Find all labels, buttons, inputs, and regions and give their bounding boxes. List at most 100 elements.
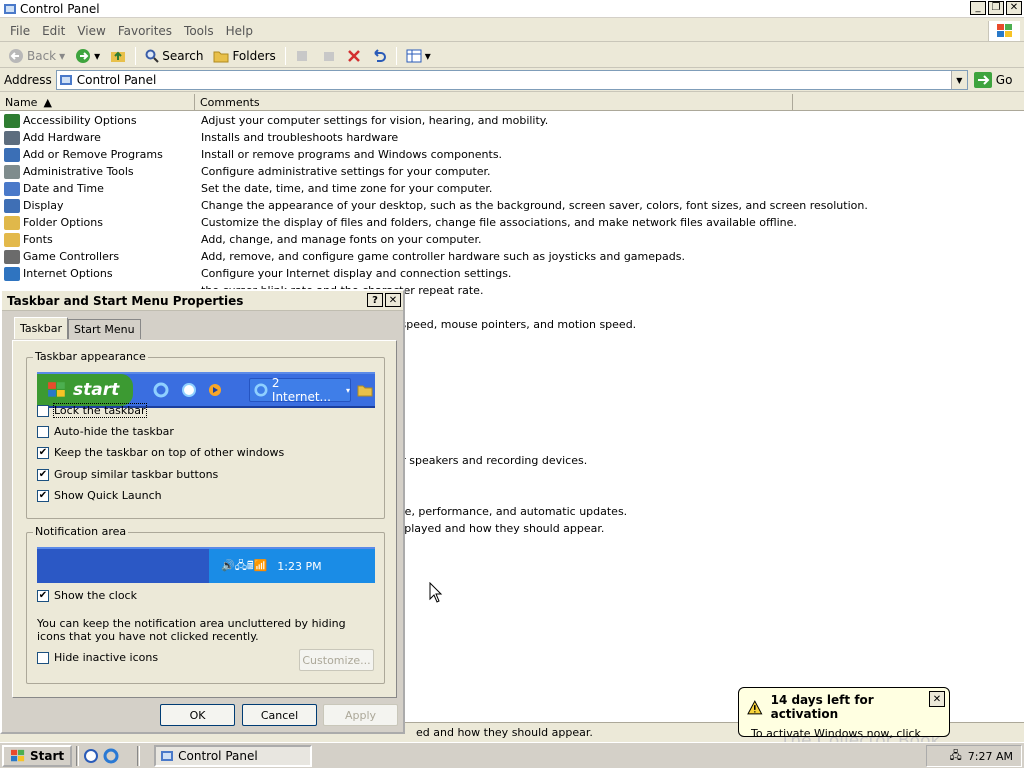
apply-button[interactable]: Apply [323,704,398,726]
comments-column-header[interactable]: Comments [195,94,793,111]
tab-start-menu[interactable]: Start Menu [68,319,141,339]
menu-view[interactable]: View [71,24,111,38]
folders-icon [213,51,229,62]
menu-file[interactable]: File [4,24,36,38]
balloon-close-button[interactable]: ✕ [929,691,945,707]
notification-area-group: Notification area 🔊🖧🖩📶 1:23 PM ✔ Show th… [26,525,385,684]
minimize-button[interactable]: _ [970,1,986,15]
go-label: Go [995,73,1013,87]
delete-button[interactable] [343,45,365,67]
move-to-button[interactable] [291,45,315,67]
copy-to-icon [323,51,334,61]
list-item[interactable]: Add Hardware Installs and troubleshoots h… [0,129,1024,146]
add-remove-programs-icon [4,147,20,162]
toolbar-separator [395,46,397,65]
dialog-title-bar[interactable]: Taskbar and Start Menu Properties ? ✕ [2,291,403,311]
list-item-name-cell: Fonts [0,232,195,247]
name-column-header[interactable]: Name ▲ [0,94,195,111]
up-button[interactable] [106,45,130,67]
dialog-title: Taskbar and Start Menu Properties [7,293,244,308]
show-clock-checkbox[interactable]: ✔ Show the clock [37,589,137,602]
list-item[interactable]: Game Controllers Add, remove, and configu… [0,248,1024,265]
keep-on-top-box[interactable]: ✔ [37,446,49,459]
dialog-close-button[interactable]: ✕ [385,293,401,307]
menu-edit[interactable]: Edit [36,24,71,38]
hide-inactive-box[interactable] [37,651,49,664]
list-item-name: Add Hardware [23,131,101,144]
folders-button[interactable]: Folders [209,45,279,67]
tray-clock[interactable]: 7:27 AM [968,750,1013,763]
back-label: Back [27,48,57,63]
lock-taskbar-checkbox[interactable]: Lock the taskbar [37,403,147,418]
maximize-button[interactable]: ❐ [988,1,1004,15]
list-item-name: Administrative Tools [23,165,134,178]
group-buttons-box[interactable]: ✔ [37,468,49,481]
keep-on-top-checkbox[interactable]: ✔ Keep the taskbar on top of other windo… [37,446,284,459]
list-item-comment: Set the date, time, and time zone for yo… [201,182,493,195]
forward-button[interactable]: ▾ [71,45,104,67]
start-button[interactable]: Start [2,744,73,767]
list-item[interactable]: Administrative Tools Configure administra… [0,163,1024,180]
name-column-label: Name [5,96,38,109]
auto-hide-checkbox[interactable]: Auto-hide the taskbar [37,425,174,438]
forward-arrow-icon [76,48,91,63]
list-item-name-cell: Date and Time [0,181,195,196]
dialog-help-button[interactable]: ? [367,293,383,307]
preview-task-dropdown-icon: ▾ [345,385,350,395]
list-item[interactable]: Add or Remove Programs Install or remove … [0,146,1024,163]
title-bar[interactable]: Control Panel _ ❐ ✕ [0,0,1024,18]
back-dropdown-icon[interactable]: ▾ [59,49,65,63]
views-button[interactable]: ▾ [402,45,435,67]
show-clock-box[interactable]: ✔ [37,589,49,602]
address-dropdown-button[interactable]: ▼ [950,71,967,89]
views-icon [406,49,422,62]
list-item[interactable]: Fonts Add, change, and manage fonts on yo… [0,231,1024,248]
window-title: Control Panel [20,1,100,16]
ok-button[interactable]: OK [160,704,235,726]
views-dropdown-icon[interactable]: ▾ [425,49,431,63]
forward-dropdown-icon[interactable]: ▾ [94,49,100,63]
notification-preview: 🔊🖧🖩📶 1:23 PM [37,547,375,583]
list-item[interactable]: Date and Time Set the date, time, and tim… [0,180,1024,197]
activation-balloon[interactable]: 14 days left for activation ✕ To activat… [738,687,950,753]
customize-button[interactable]: Customize... [299,649,374,671]
tab-taskbar[interactable]: Taskbar [14,317,68,339]
taskbar-properties-dialog: Taskbar and Start Menu Properties ? ✕ Ta… [0,289,405,734]
close-button[interactable]: ✕ [1006,1,1022,15]
folder-icon [357,385,373,397]
taskbar-separator [137,745,141,766]
list-item[interactable]: Accessibility Options Adjust your compute… [0,112,1024,129]
folders-label: Folders [232,48,276,63]
copy-to-button[interactable] [317,45,341,67]
preview-clock: 1:23 PM [277,559,322,573]
address-label: Address [4,73,52,87]
folder-options-icon [4,215,20,230]
group-buttons-checkbox[interactable]: ✔ Group similar taskbar buttons [37,468,218,481]
list-item[interactable]: Display Change the appearance of your des… [0,197,1024,214]
server-manager-icon[interactable] [83,748,99,764]
list-item[interactable]: Folder Options Customize the display of f… [0,214,1024,231]
search-button[interactable]: Search [141,45,207,67]
list-item[interactable]: Internet Options Configure your Internet … [0,265,1024,282]
tray-network-icon[interactable]: 🖧 [950,747,962,766]
hide-inactive-checkbox[interactable]: Hide inactive icons [37,651,158,664]
back-button[interactable]: Back ▾ [4,45,69,67]
quick-launch-box[interactable]: ✔ [37,489,49,502]
list-item-name-cell: Add Hardware [0,130,195,145]
address-input[interactable]: Control Panel ▼ [55,70,968,90]
taskbar-item-control-panel[interactable]: Control Panel [154,744,313,767]
ie-icon[interactable] [103,748,119,764]
quick-launch-separator [76,745,80,766]
lock-taskbar-box[interactable] [37,404,49,417]
cancel-button[interactable]: Cancel [242,704,317,726]
undo-button[interactable] [367,45,391,67]
menu-favorites[interactable]: Favorites [112,24,178,38]
quick-launch-checkbox[interactable]: ✔ Show Quick Launch [37,489,162,502]
auto-hide-box[interactable] [37,425,49,438]
move-to-icon [296,50,307,61]
menu-tools[interactable]: Tools [178,24,220,38]
menu-help[interactable]: Help [220,24,259,38]
list-item-name: Game Controllers [23,250,120,263]
preview-taskbar-button: 2 Internet... ▾ [249,376,351,404]
go-button[interactable]: Go [973,72,1013,88]
